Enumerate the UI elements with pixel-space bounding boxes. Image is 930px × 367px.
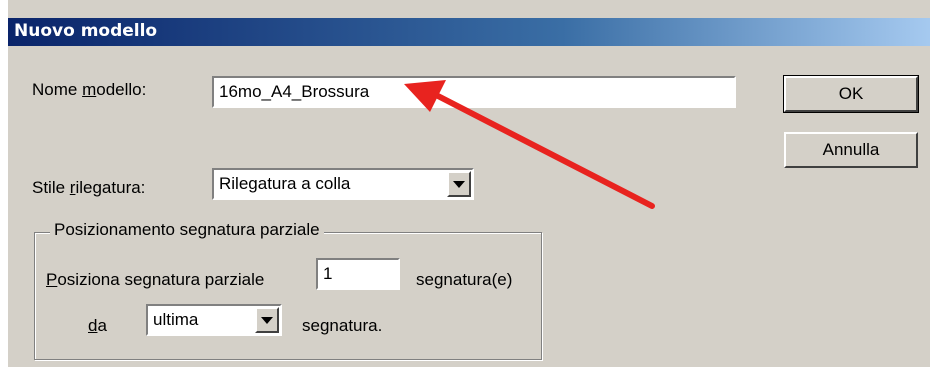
chevron-down-icon bbox=[453, 181, 465, 188]
template-name-value: 16mo_A4_Brossura bbox=[219, 82, 370, 101]
template-name-input[interactable]: 16mo_A4_Brossura bbox=[212, 76, 736, 108]
from-position-dropdown-button[interactable] bbox=[255, 307, 279, 333]
signature-suffix-label: segnatura. bbox=[302, 316, 383, 335]
binding-style-label: Stile rilegatura: bbox=[32, 178, 146, 197]
partial-signature-input[interactable]: 1 bbox=[316, 258, 400, 290]
binding-style-value: Rilegatura a colla bbox=[219, 174, 351, 193]
dialog-title: Nuovo modello bbox=[14, 21, 158, 41]
from-label: da bbox=[88, 316, 107, 335]
from-position-value: ultima bbox=[153, 310, 199, 329]
partial-signature-group bbox=[34, 232, 542, 360]
position-partial-signature-label: Posiziona segnatura parziale bbox=[46, 270, 265, 289]
cancel-button-label: Annulla bbox=[822, 140, 880, 159]
from-position-select[interactable]: ultima bbox=[146, 304, 282, 336]
chevron-down-icon bbox=[261, 317, 273, 324]
partial-signature-value: 1 bbox=[323, 264, 333, 283]
partial-signature-group-title: Posizionamento segnatura parziale bbox=[50, 220, 324, 240]
cancel-button[interactable]: Annulla bbox=[784, 132, 918, 168]
title-bar: Nuovo modello bbox=[8, 18, 930, 46]
ok-button[interactable]: OK bbox=[783, 75, 919, 113]
binding-style-dropdown-button[interactable] bbox=[447, 171, 471, 197]
binding-style-select[interactable]: Rilegatura a colla bbox=[212, 168, 474, 200]
signature-unit-label: segnatura(e) bbox=[416, 270, 513, 289]
ok-button-label: OK bbox=[838, 84, 864, 103]
new-template-dialog: Nuovo modello Nome modello: 16mo_A4_Bros… bbox=[6, 0, 930, 367]
template-name-label: Nome modello: bbox=[32, 80, 147, 99]
